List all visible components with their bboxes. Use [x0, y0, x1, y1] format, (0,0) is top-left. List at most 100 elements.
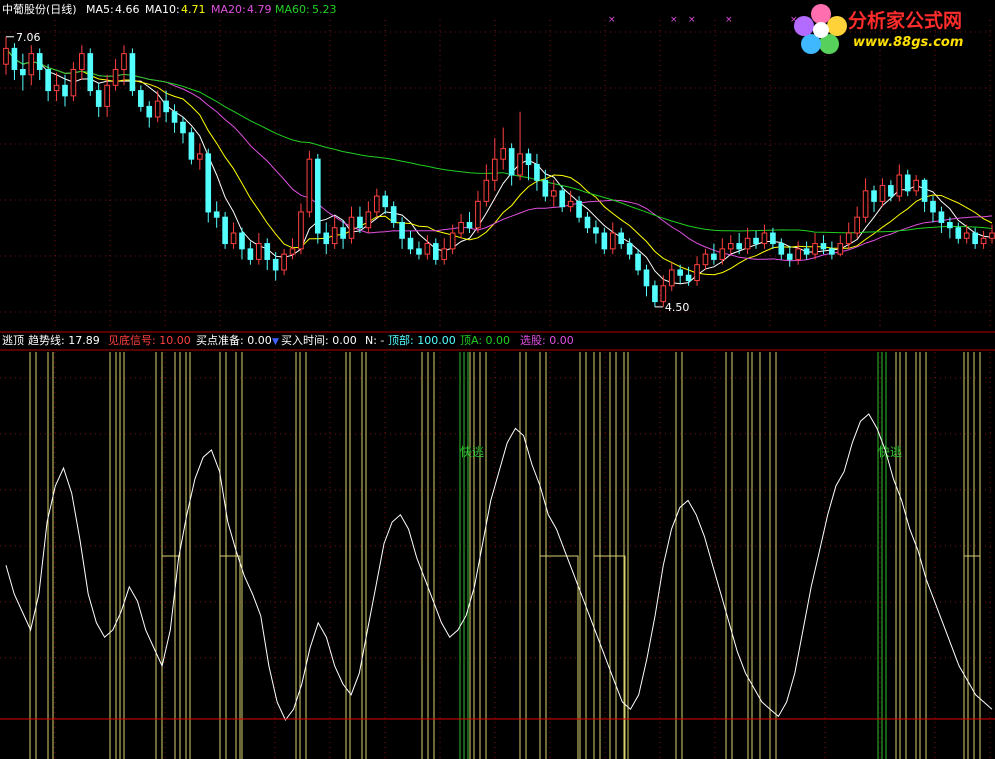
ma5-value: 4.66: [115, 3, 140, 16]
candle-body: [795, 248, 801, 260]
candle-body: [289, 248, 296, 255]
ma60-label: MA60:: [275, 3, 310, 16]
candle-body: [171, 111, 178, 123]
site-logo: 分析家公式网 www.88gs.com: [793, 2, 993, 54]
candle-body: [635, 253, 641, 271]
candle-body: [770, 232, 776, 245]
candle-body: [357, 216, 363, 229]
candle-body: [441, 248, 448, 260]
candle-body: [62, 84, 68, 97]
candle-body: [11, 47, 18, 70]
ma10-value: 4.71: [181, 3, 206, 16]
candle-body: [567, 200, 574, 208]
candle-body: [888, 185, 894, 197]
candle-body: [576, 200, 582, 218]
candle-body: [432, 243, 439, 260]
ma10-line: [5, 48, 993, 276]
candle-body: [534, 163, 540, 181]
candle-body: [306, 158, 313, 213]
marker-1: ×: [608, 15, 616, 25]
candle-body: [138, 90, 144, 107]
ma5-label: MA5:: [86, 3, 114, 16]
candle-body: [980, 237, 987, 245]
candle-body: [559, 190, 566, 208]
trend-line-path: [5, 413, 993, 721]
candle-body: [36, 53, 43, 70]
candle-body: [668, 269, 675, 287]
candle-body: [829, 248, 835, 255]
candle-body: [719, 248, 726, 260]
candle-body: [727, 243, 734, 250]
candle-body: [837, 243, 844, 255]
candle-body: [896, 174, 903, 197]
candle-body: [340, 227, 346, 239]
indicator-item-6: 顶A: 0.00: [460, 334, 510, 347]
indicator-item-7: 选股: 0.00: [520, 334, 574, 347]
candle-body: [475, 200, 481, 229]
candle-body: [517, 153, 523, 176]
ma60-value: 5.23: [312, 3, 337, 16]
candle-body: [525, 153, 532, 165]
candle-body: [331, 227, 338, 245]
candle-body: [20, 68, 26, 76]
indicator-name: 逃顶: [2, 334, 24, 347]
candle-body: [711, 253, 717, 260]
candle-body: [449, 232, 456, 250]
logo-title: 分析家公式网: [848, 10, 963, 32]
trend-line: [5, 413, 993, 721]
candle-body: [197, 153, 203, 160]
candle-body: [904, 174, 911, 192]
indicator-values: 趋势线: 17.89 见底信号: 10.00 买点准备: 0.00 买入时间: 0.0…: [28, 333, 574, 347]
candle-body: [930, 200, 936, 213]
candle-body: [348, 216, 355, 239]
candle-body: [778, 243, 785, 255]
candle-body: [601, 232, 608, 250]
candle-body: [121, 53, 127, 70]
candle-body: [407, 237, 414, 250]
signal-bars: 快逃 快逃: [29, 352, 981, 759]
candle-body: [3, 47, 9, 65]
candle-body: [593, 227, 599, 234]
candle-body: [390, 206, 397, 223]
ma20-value: 4.79: [247, 3, 272, 16]
candle-body: [399, 221, 405, 239]
candle-body: [761, 232, 768, 245]
escape-signal-label-0: 快逃: [460, 445, 484, 459]
candle-body: [458, 221, 464, 234]
candle-body: [298, 211, 304, 250]
candle-body: [685, 274, 692, 282]
marker-4: ×: [725, 15, 733, 25]
candle-body: [70, 68, 77, 97]
indicator-item-3: 买入时间: 0.00: [281, 334, 357, 347]
candle-body: [660, 285, 667, 303]
indicator-item-1: 见底信号: 10.00: [108, 333, 191, 347]
high-price-label: 7.06: [16, 31, 41, 44]
indicator-grid: [0, 352, 995, 759]
candle-body: [188, 132, 195, 160]
dropdown-arrow-icon[interactable]: ▼: [272, 337, 279, 347]
candle-body: [163, 100, 169, 113]
candle-body: [466, 221, 473, 229]
escape-signal-label-1: 快逃: [878, 445, 902, 459]
candle-body: [129, 53, 136, 92]
marker-2: ×: [670, 15, 678, 25]
candle-body: [609, 232, 616, 250]
candle-body: [938, 211, 945, 223]
candle-body: [314, 158, 321, 234]
marker-3: ×: [688, 15, 696, 25]
candle-body: [989, 232, 995, 239]
candle-body: [921, 179, 928, 202]
candle-body: [104, 84, 110, 107]
chart-canvas: 7.064.50× × × × × 快逃 快逃 中葡股份(日线) MA5: 4.66 MA…: [0, 2, 995, 759]
candle-body: [677, 269, 684, 276]
candle-body: [786, 253, 793, 260]
candle-body: [222, 216, 228, 245]
candle-body: [508, 148, 515, 176]
ma20-label: MA20:: [211, 3, 246, 16]
candle-body: [491, 158, 498, 181]
candle-body: [382, 195, 389, 208]
candle-body: [323, 232, 330, 245]
candle-body: [643, 269, 650, 287]
indicator-item-5: 顶部: 100.00: [388, 333, 456, 347]
candle-body: [972, 232, 978, 245]
